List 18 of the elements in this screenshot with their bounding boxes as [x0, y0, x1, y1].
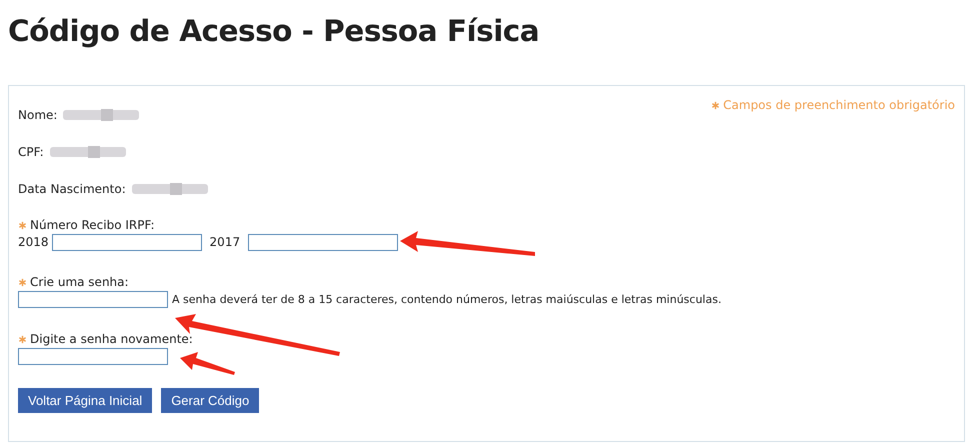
input-field[interactable]: [52, 234, 202, 250]
field-label: CPF:: [18, 144, 44, 158]
form-button[interactable]: Voltar Página Inicial: [18, 388, 152, 413]
field-label: Digite a senha novamente:: [30, 332, 193, 346]
page-title: Código de Acesso - Pessoa Física: [7, 13, 540, 50]
input-field[interactable]: [248, 234, 398, 250]
year-label: 2018: [18, 235, 49, 249]
field-label: Nome:: [18, 108, 58, 122]
form-button[interactable]: Gerar Código: [161, 388, 260, 413]
password-hint: A senha deverá ter de 8 a 15 caracteres, contendo números, letras maiúsculas e letras minúsculas.: [172, 292, 722, 306]
field-label: Número Recibo IRPF:: [30, 218, 154, 232]
input-field[interactable]: [18, 290, 168, 308]
field-label: Data Nascimento:: [18, 182, 126, 196]
asterisk-icon: [711, 100, 720, 110]
required-note: Campos de preenchimento obrigatório: [723, 98, 955, 112]
input-field[interactable]: [18, 348, 168, 364]
field-label: Crie uma senha:: [30, 275, 129, 289]
year-label: 2017: [210, 235, 240, 249]
